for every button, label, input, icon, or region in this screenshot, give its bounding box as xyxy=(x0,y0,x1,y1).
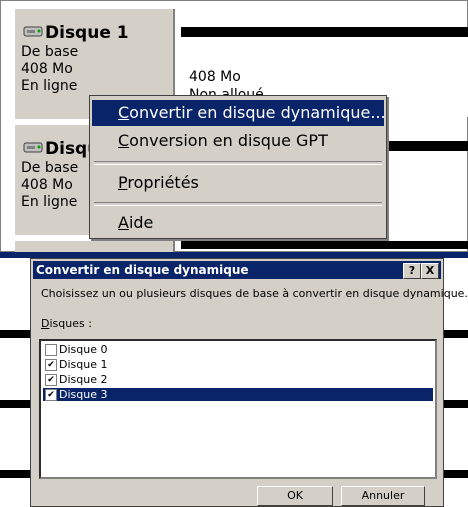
disk-icon xyxy=(23,23,45,37)
disk-status: En ligne xyxy=(21,78,78,94)
disk-name: Disque 1 xyxy=(45,23,129,43)
menu-separator xyxy=(94,202,382,206)
disk-status: En ligne xyxy=(21,194,78,210)
checkbox-checked[interactable]: ✔ xyxy=(45,359,57,371)
volume-header-bar xyxy=(181,27,468,37)
close-button[interactable]: X xyxy=(421,263,439,279)
disk-icon xyxy=(23,139,45,153)
volume-size: 408 Mo xyxy=(189,69,241,85)
list-item-disque-2[interactable]: ✔ Disque 2 xyxy=(43,373,433,386)
list-item-disque-1[interactable]: ✔ Disque 1 xyxy=(43,358,433,371)
dialog-title: Convertir en disque dynamique xyxy=(36,263,249,277)
instruction-text: Choisissez un ou plusieurs disques de ba… xyxy=(41,287,468,300)
ok-button[interactable]: OK xyxy=(257,486,333,506)
disk-size: 408 Mo xyxy=(21,177,73,193)
checkbox-checked[interactable]: ✔ xyxy=(45,374,57,386)
disk-size: 408 Mo xyxy=(21,61,73,77)
list-item-disque-3[interactable]: ✔ Disque 3 xyxy=(43,388,433,401)
checkbox[interactable] xyxy=(45,344,57,356)
disk-management-view: Disque 1 De base 408 Mo En ligne 408 Mo … xyxy=(0,0,468,253)
menu-item-help[interactable]: Aide xyxy=(92,210,384,236)
menu-item-convert-gpt[interactable]: Conversion en disque GPT xyxy=(92,128,384,154)
menu-separator xyxy=(94,161,382,165)
checkbox-checked[interactable]: ✔ xyxy=(45,389,57,401)
list-item-disque-0[interactable]: Disque 0 xyxy=(43,343,433,356)
disk-type: De base xyxy=(21,160,79,176)
convert-dialog: Convertir en disque dynamique ? X Choisi… xyxy=(30,258,468,507)
dialog-titlebar: Convertir en disque dynamique ? X xyxy=(33,261,441,279)
disk-type: De base xyxy=(21,44,79,60)
menu-item-properties[interactable]: Propriétés xyxy=(92,170,384,196)
context-menu: Convertir en disque dynamique... Convers… xyxy=(89,95,387,239)
cancel-button[interactable]: Annuler xyxy=(341,486,425,506)
disks-listbox[interactable]: Disque 0 ✔ Disque 1 ✔ Disque 2 ✔ Disque 3 xyxy=(39,339,437,479)
menu-item-convert-dynamic[interactable]: Convertir en disque dynamique... xyxy=(92,100,386,126)
volume-header-bar xyxy=(181,241,468,249)
disks-label: Disques : xyxy=(41,317,92,330)
help-button[interactable]: ? xyxy=(403,263,421,279)
